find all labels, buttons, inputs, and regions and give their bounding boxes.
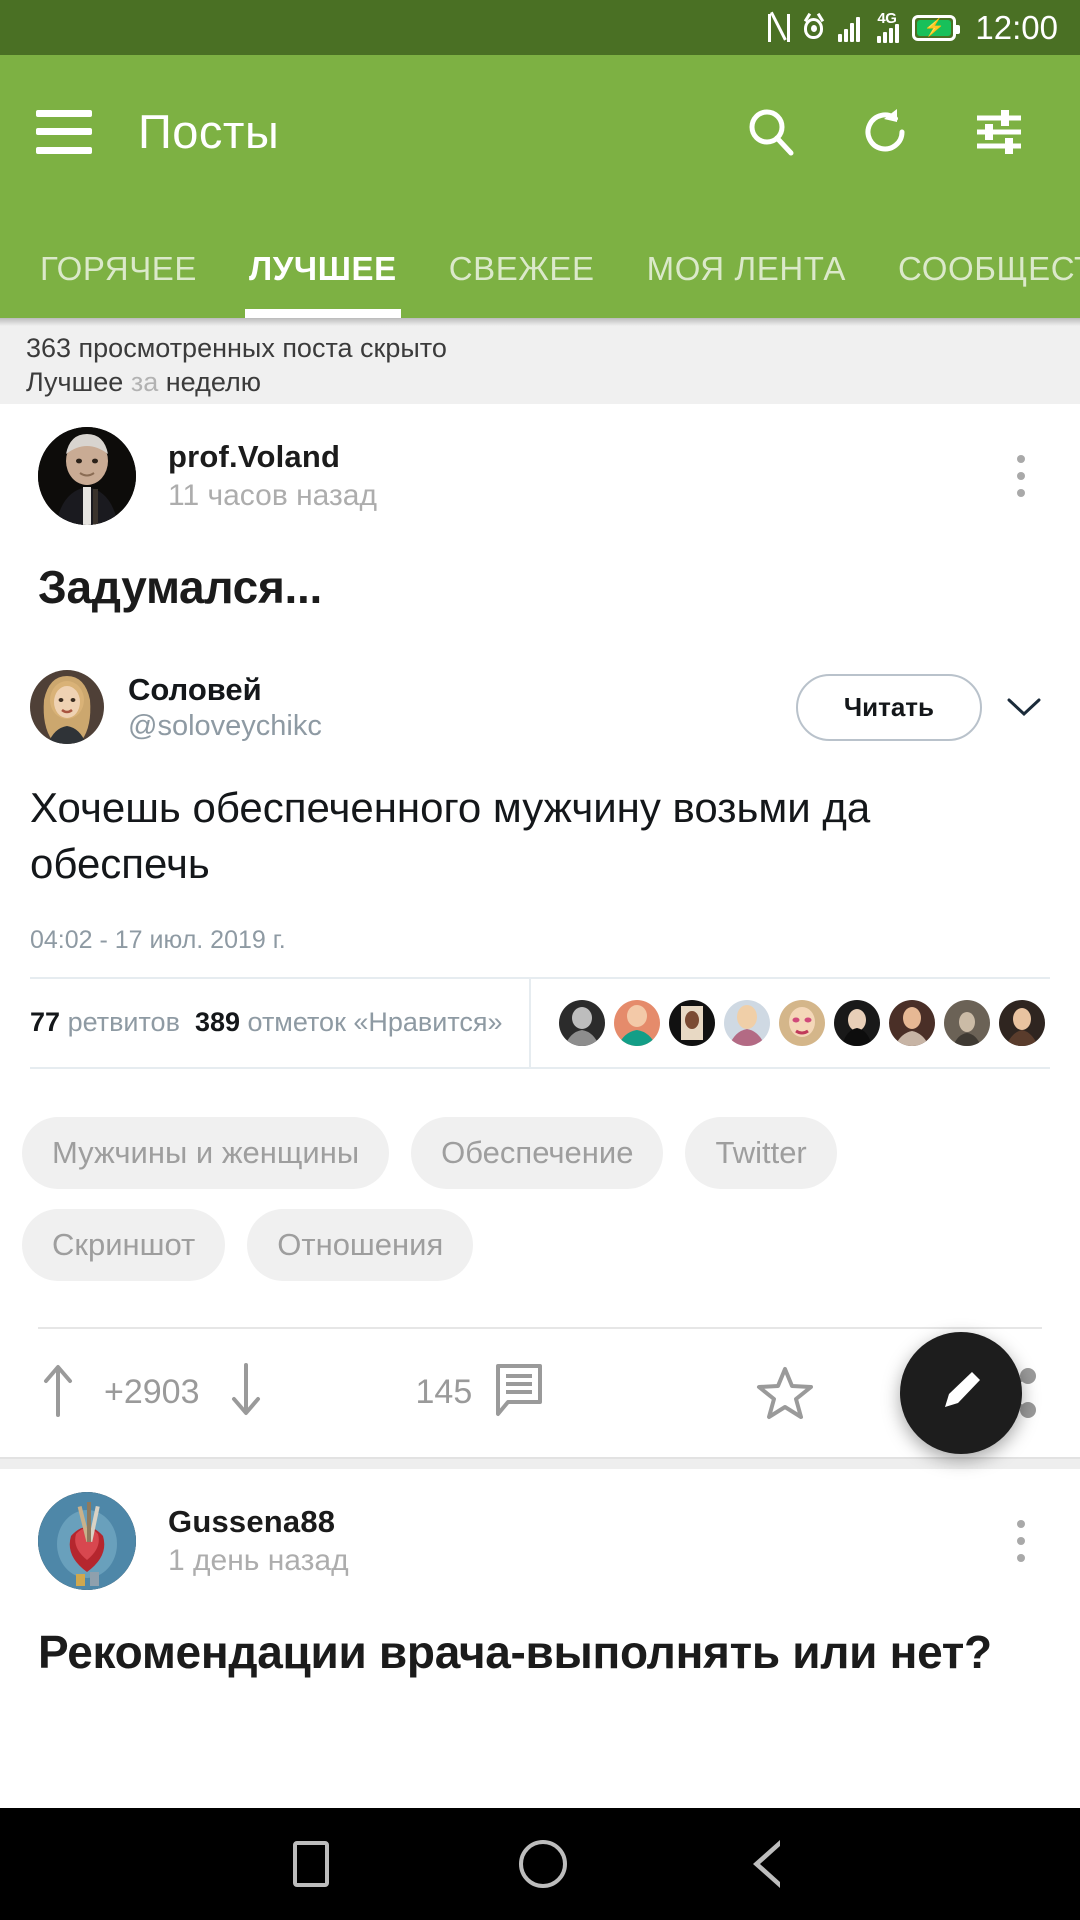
tab-fresh[interactable]: СВЕЖЕЕ xyxy=(423,250,621,318)
hidden-posts-label: 363 просмотренных поста скрыто xyxy=(26,333,447,363)
liker-avatar[interactable] xyxy=(998,999,1045,1046)
tag-item[interactable]: Отношения xyxy=(247,1208,474,1281)
tag-item[interactable]: Мужчины и женщины xyxy=(22,1116,390,1189)
post-card: Gussena88 1 день назад Рекомендации врач… xyxy=(0,1468,1080,1679)
tab-best[interactable]: ЛУЧШЕЕ xyxy=(223,250,423,318)
liker-avatar[interactable] xyxy=(668,999,715,1046)
retweets-label: ретвитов xyxy=(67,1007,180,1038)
info-strip: 363 просмотренных поста скрыто Лучшее за… xyxy=(0,318,1080,404)
tweet-text: Хочешь обеспеченного мужчину возьми да о… xyxy=(30,784,871,887)
comment-icon[interactable] xyxy=(494,1362,546,1423)
post-rating: +2903 xyxy=(104,1373,200,1412)
liker-avatar[interactable] xyxy=(558,999,605,1046)
page-title: Посты xyxy=(138,105,280,158)
compose-fab[interactable] xyxy=(900,1332,1022,1454)
avatar[interactable] xyxy=(38,1491,136,1590)
eye-icon xyxy=(803,12,825,42)
post-separator xyxy=(0,1456,1080,1469)
back-button[interactable] xyxy=(753,1837,787,1891)
post-header: prof.Voland 11 часов назад xyxy=(0,404,1080,525)
refresh-icon[interactable] xyxy=(854,101,916,163)
battery-charging-icon: ⚡ xyxy=(912,14,961,41)
retweets-count: 77 xyxy=(30,1007,61,1038)
post-time: 1 день назад xyxy=(168,1543,349,1577)
tweet-stats-counts: 77 ретвитов 389 отметок «Нравится» xyxy=(30,978,531,1067)
tag-item[interactable]: Обеспечение xyxy=(411,1116,664,1189)
upvote-icon[interactable] xyxy=(38,1361,78,1424)
comments-control[interactable]: 145 xyxy=(416,1362,547,1423)
sort-suffix: неделю xyxy=(165,366,261,397)
status-bar-clock: 12:00 xyxy=(975,8,1058,46)
liker-avatars xyxy=(531,999,1045,1046)
signal-icon xyxy=(838,14,861,42)
post-time: 11 часов назад xyxy=(168,479,377,512)
app-bar: Посты ГОРЯЧЕЕ ЛУЧШЕЕ СВЕЖЕЕ МОЯ ЛЕНТА СО… xyxy=(0,55,1080,318)
sort-prefix: Лучшее xyxy=(26,366,124,397)
sort-dim: за xyxy=(130,366,159,397)
filter-icon[interactable] xyxy=(968,101,1030,163)
liker-avatar[interactable] xyxy=(833,999,880,1046)
tweet-avatar[interactable] xyxy=(30,670,104,744)
rating-control: +2903 xyxy=(38,1361,266,1424)
tweet-author-name[interactable]: Соловей xyxy=(128,672,322,708)
tweet-header: Соловей @soloveychikc Читать xyxy=(30,670,1050,744)
home-button[interactable] xyxy=(519,1840,567,1888)
favorite-control[interactable] xyxy=(756,1364,814,1422)
recents-button[interactable] xyxy=(293,1841,329,1887)
post-header: Gussena88 1 день назад xyxy=(0,1469,1080,1590)
post-menu-icon[interactable] xyxy=(998,1501,1054,1581)
post-menu-icon[interactable] xyxy=(998,436,1054,516)
header-shadow xyxy=(0,318,1080,326)
network-type-label: 4G xyxy=(877,9,897,27)
tweet-date: 04:02 - 17 июл. 2019 г. xyxy=(30,925,286,954)
tab-communities[interactable]: СООБЩЕСТВА xyxy=(872,250,1080,318)
post-title[interactable]: Рекомендации врача-выполнять или нет? xyxy=(0,1587,1080,1679)
post-feed: prof.Voland 11 часов назад Задумался... xyxy=(0,404,1080,1679)
post-title[interactable]: Задумался... xyxy=(0,522,1080,614)
post-card: prof.Voland 11 часов назад Задумался... xyxy=(0,404,1080,1457)
likes-label: отметок «Нравится» xyxy=(247,1007,503,1038)
downvote-icon[interactable] xyxy=(226,1361,266,1424)
status-bar: 4G ⚡ 12:00 xyxy=(0,0,1080,55)
avatar[interactable] xyxy=(38,427,136,525)
sort-label[interactable]: Лучшее за неделю xyxy=(26,366,1054,400)
phone-screen: 4G ⚡ 12:00 Посты ГОРЯЧЕЕ ЛУЧШЕЕ СВЕЖЕЕ М… xyxy=(0,0,1080,1920)
embedded-tweet: Соловей @soloveychikc Читать Хочешь обес… xyxy=(30,670,1050,1069)
tweet-handle[interactable]: @soloveychikc xyxy=(128,710,322,743)
tab-bar: ГОРЯЧЕЕ ЛУЧШЕЕ СВЕЖЕЕ МОЯ ЛЕНТА СООБЩЕСТ… xyxy=(0,208,1080,318)
nfc-icon xyxy=(768,11,791,42)
tag-item[interactable]: Twitter xyxy=(685,1116,837,1189)
post-author[interactable]: Gussena88 xyxy=(168,1504,349,1540)
hamburger-icon[interactable] xyxy=(36,109,92,154)
tag-item[interactable]: Скриншот xyxy=(22,1208,226,1281)
post-author[interactable]: prof.Voland xyxy=(168,439,377,475)
liker-avatar[interactable] xyxy=(943,999,990,1046)
chevron-down-icon[interactable] xyxy=(998,694,1050,720)
pencil-icon xyxy=(931,1361,991,1426)
likes-count: 389 xyxy=(194,1007,240,1038)
search-icon[interactable] xyxy=(740,101,802,163)
liker-avatar[interactable] xyxy=(888,999,935,1046)
signal-4g-icon: 4G xyxy=(877,9,900,43)
liker-avatar[interactable] xyxy=(778,999,825,1046)
comments-count: 145 xyxy=(415,1373,473,1412)
android-nav-bar xyxy=(0,1808,1080,1920)
liker-avatar[interactable] xyxy=(613,999,660,1046)
tag-list: Мужчины и женщины Обеспечение Twitter Ск… xyxy=(0,1069,1080,1281)
tab-hot[interactable]: ГОРЯЧЕЕ xyxy=(14,250,223,318)
tweet-stats: 77 ретвитов 389 отметок «Нравится» xyxy=(30,976,1050,1069)
read-button[interactable]: Читать xyxy=(795,673,982,741)
liker-avatar[interactable] xyxy=(723,999,770,1046)
tab-my-feed[interactable]: МОЯ ЛЕНТА xyxy=(621,250,872,318)
